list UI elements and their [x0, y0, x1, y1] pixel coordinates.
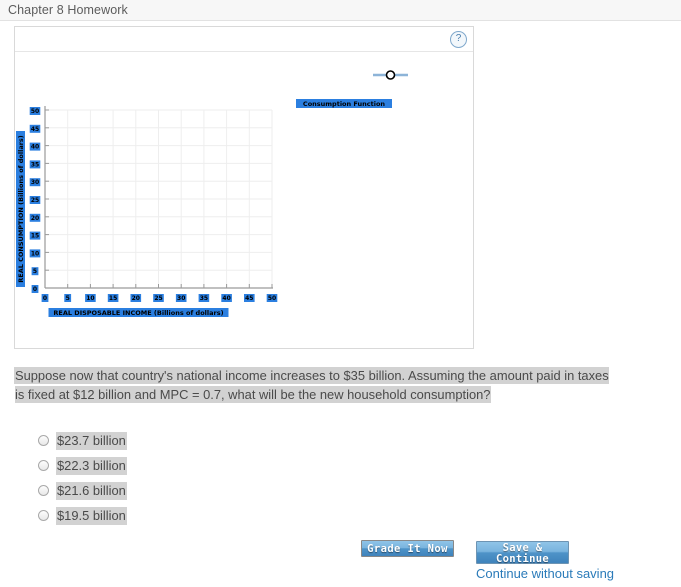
svg-text:REAL CONSUMPTION (Billions of: REAL CONSUMPTION (Billions of dollars) — [17, 135, 25, 283]
svg-text:20: 20 — [132, 295, 140, 302]
answer-option-label: $23.7 billion — [57, 432, 126, 449]
svg-text:15: 15 — [31, 233, 39, 240]
svg-text:20: 20 — [31, 215, 39, 222]
svg-text:25: 25 — [31, 197, 39, 204]
chart-x-axis-title: REAL DISPOSABLE INCOME (Billions of doll… — [48, 308, 229, 317]
app-header: Chapter 8 Homework — [0, 0, 681, 21]
page-title: Chapter 8 Homework — [8, 3, 128, 17]
save-and-continue-button[interactable]: Save & Continue — [476, 541, 569, 565]
svg-text:50: 50 — [268, 295, 276, 302]
svg-text:30: 30 — [31, 179, 39, 186]
svg-text:45: 45 — [245, 295, 253, 302]
chart-legend[interactable]: Consumption Function — [296, 70, 408, 108]
consumption-function-chart: 0 5 10 15 20 25 30 35 40 45 50 0 5 10 15 20 25 30 35 40 45 5… — [16, 70, 408, 317]
svg-text:10: 10 — [31, 250, 39, 257]
svg-text:25: 25 — [154, 295, 162, 302]
chart-toolbar: ? — [15, 27, 473, 52]
svg-text:35: 35 — [200, 295, 208, 302]
svg-text:REAL DISPOSABLE INCOME (Billio: REAL DISPOSABLE INCOME (Billions of doll… — [53, 309, 223, 317]
answer-option-2[interactable]: $22.3 billion — [38, 453, 438, 478]
radio-button-option-2[interactable] — [38, 460, 49, 471]
answer-option-label: $22.3 billion — [57, 457, 126, 474]
answer-options: $23.7 billion $22.3 billion $21.6 billion $… — [38, 428, 438, 528]
question-text: Suppose now that country's national inco… — [15, 368, 609, 402]
continue-without-saving-link[interactable]: Continue without saving — [476, 566, 614, 581]
svg-text:40: 40 — [31, 144, 39, 151]
svg-text:35: 35 — [31, 161, 39, 168]
chart-y-axis-title: REAL CONSUMPTION (Billions of dollars) — [16, 131, 25, 287]
svg-text:Consumption Function: Consumption Function — [303, 100, 386, 108]
svg-text:50: 50 — [31, 108, 39, 115]
svg-text:40: 40 — [222, 295, 230, 302]
chart-gridlines — [44, 109, 273, 289]
help-icon[interactable]: ? — [450, 31, 467, 48]
svg-text:30: 30 — [177, 295, 185, 302]
answer-option-1[interactable]: $23.7 billion — [38, 428, 438, 453]
grade-it-now-button[interactable]: Grade It Now — [361, 540, 454, 557]
svg-text:5: 5 — [33, 268, 37, 275]
svg-text:0: 0 — [33, 286, 37, 293]
radio-button-option-4[interactable] — [38, 510, 49, 521]
radio-button-option-1[interactable] — [38, 435, 49, 446]
chart-panel: ? 0 5 10 15 20 25 30 35 40 45 50 0 5 10 15 20 25 30 35 40 4… — [14, 26, 474, 349]
legend-marker-icon — [385, 70, 396, 80]
answer-option-label: $21.6 billion — [57, 482, 126, 499]
radio-button-option-3[interactable] — [38, 485, 49, 496]
svg-text:15: 15 — [109, 295, 117, 302]
answer-option-4[interactable]: $19.5 billion — [38, 503, 438, 528]
chart-y-tick-labels: 0 5 10 15 20 25 30 35 40 45 50 — [29, 107, 41, 293]
svg-text:45: 45 — [31, 126, 39, 133]
svg-text:10: 10 — [86, 295, 94, 302]
question-block: Suppose now that country's national inco… — [15, 367, 619, 404]
chart-plot-area: 0 5 10 15 20 25 30 35 40 45 50 0 5 10 15 20 25 30 35 40 45 5… — [15, 53, 473, 348]
answer-option-3[interactable]: $21.6 billion — [38, 478, 438, 503]
chart-x-tick-labels: 0 5 10 15 20 25 30 35 40 45 50 — [41, 294, 278, 302]
svg-text:0: 0 — [43, 295, 47, 302]
svg-text:5: 5 — [66, 295, 70, 302]
answer-option-label: $19.5 billion — [57, 507, 126, 524]
save-button-line2: Continue — [496, 553, 549, 565]
